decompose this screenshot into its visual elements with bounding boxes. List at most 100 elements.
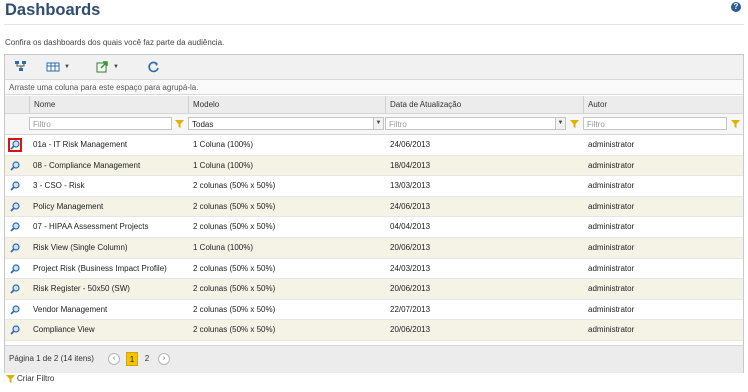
table-row[interactable]: 08 - Compliance Management 1 Coluna (100%… xyxy=(5,155,743,177)
view-dashboard-icon[interactable] xyxy=(8,159,22,173)
cell-nome[interactable]: 3 - CSO - Risk xyxy=(33,176,85,196)
page-1-button[interactable]: 1 xyxy=(126,352,138,366)
cell-modelo: 2 colunas (50% x 50%) xyxy=(193,181,276,191)
autor-filter-input[interactable]: Filtro xyxy=(583,117,727,130)
cell-autor: administrator xyxy=(588,284,635,294)
cell-modelo: 2 colunas (50% x 50%) xyxy=(193,263,276,273)
cell-data: 20/06/2013 xyxy=(390,325,431,335)
view-dashboard-icon[interactable] xyxy=(8,323,22,337)
view-dashboard-icon[interactable] xyxy=(8,262,22,276)
group-drop-area[interactable]: Arraste uma coluna para este espaço para… xyxy=(5,80,743,95)
refresh-button[interactable] xyxy=(147,60,160,73)
help-icon[interactable]: ? xyxy=(731,2,741,12)
next-page-button[interactable]: › xyxy=(158,353,170,365)
grid-toolbar: ▼ ▼ xyxy=(5,55,743,80)
view-dashboard-icon[interactable] xyxy=(8,282,22,296)
column-header-nome[interactable]: Nome xyxy=(29,96,194,113)
cell-data: 24/06/2013 xyxy=(390,140,431,149)
cell-modelo: 2 colunas (50% x 50%) xyxy=(193,222,276,232)
nome-filter-input[interactable]: Filtro xyxy=(29,117,172,130)
columns-menu-button[interactable]: ▼ xyxy=(46,60,70,73)
pager: Página 1 de 2 (14 itens) ‹ 1 2 › xyxy=(5,345,743,373)
cell-autor: administrator xyxy=(588,222,635,232)
cell-data: 13/03/2013 xyxy=(390,181,431,191)
cell-nome[interactable]: 08 - Compliance Management xyxy=(33,156,140,176)
filter-row: Filtro Todas ▼ Filtro ▼ Filtro xyxy=(5,114,743,135)
page-title: Dashboards xyxy=(5,1,101,19)
column-header-modelo[interactable]: Modelo xyxy=(188,96,388,113)
cell-modelo: 2 colunas (50% x 50%) xyxy=(193,284,276,294)
cell-data: 20/06/2013 xyxy=(390,243,431,252)
table-row[interactable]: Policy Management 2 colunas (50% x 50%) 24… xyxy=(5,196,743,218)
dashboards-grid: ▼ ▼ Arraste uma coluna para este espaço … xyxy=(4,54,744,373)
prev-page-button[interactable]: ‹ xyxy=(108,353,120,365)
cell-autor: administrator xyxy=(588,325,635,335)
cell-data: 22/07/2013 xyxy=(390,304,431,314)
grid-header: Nome Modelo Data de Atualização Autor xyxy=(5,96,743,114)
chevron-down-icon[interactable]: ▼ xyxy=(555,117,566,130)
cell-autor: administrator xyxy=(588,201,635,211)
table-row[interactable]: Risk Register - 50x50 (SW) 2 colunas (50%… xyxy=(5,279,743,300)
cell-nome[interactable]: Risk View (Single Column) xyxy=(33,238,128,258)
view-dashboard-icon[interactable] xyxy=(8,220,22,234)
cell-data: 18/04/2013 xyxy=(390,160,431,170)
cell-nome[interactable]: Compliance View xyxy=(33,320,95,340)
cell-nome[interactable]: Risk Register - 50x50 (SW) xyxy=(33,279,130,299)
cell-modelo: 2 colunas (50% x 50%) xyxy=(193,201,276,211)
chevron-down-icon[interactable]: ▼ xyxy=(373,117,384,130)
table-row[interactable]: Compliance View 2 colunas (50% x 50%) 20/0… xyxy=(5,320,743,341)
cell-data: 04/04/2013 xyxy=(390,222,431,232)
page-2-button[interactable]: 2 xyxy=(141,352,153,366)
cell-modelo: 1 Coluna (100%) xyxy=(193,140,254,149)
export-icon xyxy=(96,61,108,73)
data-filter-input[interactable]: Filtro xyxy=(385,117,556,130)
filter-icon[interactable] xyxy=(731,120,740,128)
cell-autor: administrator xyxy=(588,304,635,314)
cell-nome[interactable]: Project Risk (Business Impact Profile) xyxy=(33,259,167,279)
view-dashboard-icon[interactable] xyxy=(8,241,22,255)
cell-autor: administrator xyxy=(588,263,635,273)
cell-modelo: 2 colunas (50% x 50%) xyxy=(193,325,276,335)
table-row[interactable]: 01a - IT Risk Management 1 Coluna (100%) 2… xyxy=(5,135,743,156)
filter-icon[interactable] xyxy=(570,120,579,128)
cell-modelo: 2 colunas (50% x 50%) xyxy=(193,304,276,314)
cell-data: 24/06/2013 xyxy=(390,201,431,211)
table-row[interactable]: 07 - HIPAA Assessment Projects 2 colunas … xyxy=(5,217,743,238)
cell-nome[interactable]: 01a - IT Risk Management xyxy=(33,135,127,155)
chevron-down-icon: ▼ xyxy=(113,63,119,70)
table-row[interactable]: Risk View (Single Column) 1 Coluna (100%)… xyxy=(5,238,743,259)
pager-summary: Página 1 de 2 (14 itens) xyxy=(9,354,94,363)
table-row[interactable]: 3 - CSO - Risk 2 colunas (50% x 50%) 13/03… xyxy=(5,176,743,197)
cell-autor: administrator xyxy=(588,243,635,252)
view-dashboard-icon[interactable] xyxy=(8,303,22,317)
column-header-data[interactable]: Data de Atualização xyxy=(385,96,585,113)
table-row[interactable]: Project Risk (Business Impact Profile) 2 … xyxy=(5,259,743,280)
table-row[interactable]: Vendor Management 2 colunas (50% x 50%) 22… xyxy=(5,300,743,321)
columns-icon xyxy=(46,62,60,72)
create-filter-label: Criar Filtro xyxy=(17,374,55,383)
tree-icon xyxy=(15,61,26,71)
cell-modelo: 1 Coluna (100%) xyxy=(193,160,254,170)
cell-autor: administrator xyxy=(588,140,635,149)
cell-nome[interactable]: Policy Management xyxy=(33,197,103,217)
chevron-down-icon: ▼ xyxy=(64,63,70,70)
create-filter-link[interactable]: Criar Filtro xyxy=(6,374,54,383)
view-dashboard-icon[interactable] xyxy=(8,200,22,214)
cell-nome[interactable]: 07 - HIPAA Assessment Projects xyxy=(33,217,148,237)
filter-icon xyxy=(6,374,15,383)
view-dashboard-icon[interactable] xyxy=(8,179,22,193)
page-subtitle: Confira os dashboards dos quais você faz… xyxy=(5,38,225,47)
refresh-icon xyxy=(148,61,159,73)
view-dashboard-icon[interactable] xyxy=(8,138,22,152)
cell-autor: administrator xyxy=(588,160,635,170)
cell-nome[interactable]: Vendor Management xyxy=(33,300,107,320)
cell-data: 24/03/2013 xyxy=(390,263,431,273)
modelo-filter-select[interactable]: Todas xyxy=(188,117,374,130)
export-menu-button[interactable]: ▼ xyxy=(95,60,119,73)
tree-view-button[interactable] xyxy=(14,60,27,73)
cell-autor: administrator xyxy=(588,181,635,191)
cell-data: 20/06/2013 xyxy=(390,284,431,294)
filter-icon[interactable] xyxy=(175,120,184,128)
column-header-autor[interactable]: Autor xyxy=(583,96,743,113)
cell-modelo: 1 Coluna (100%) xyxy=(193,243,254,252)
